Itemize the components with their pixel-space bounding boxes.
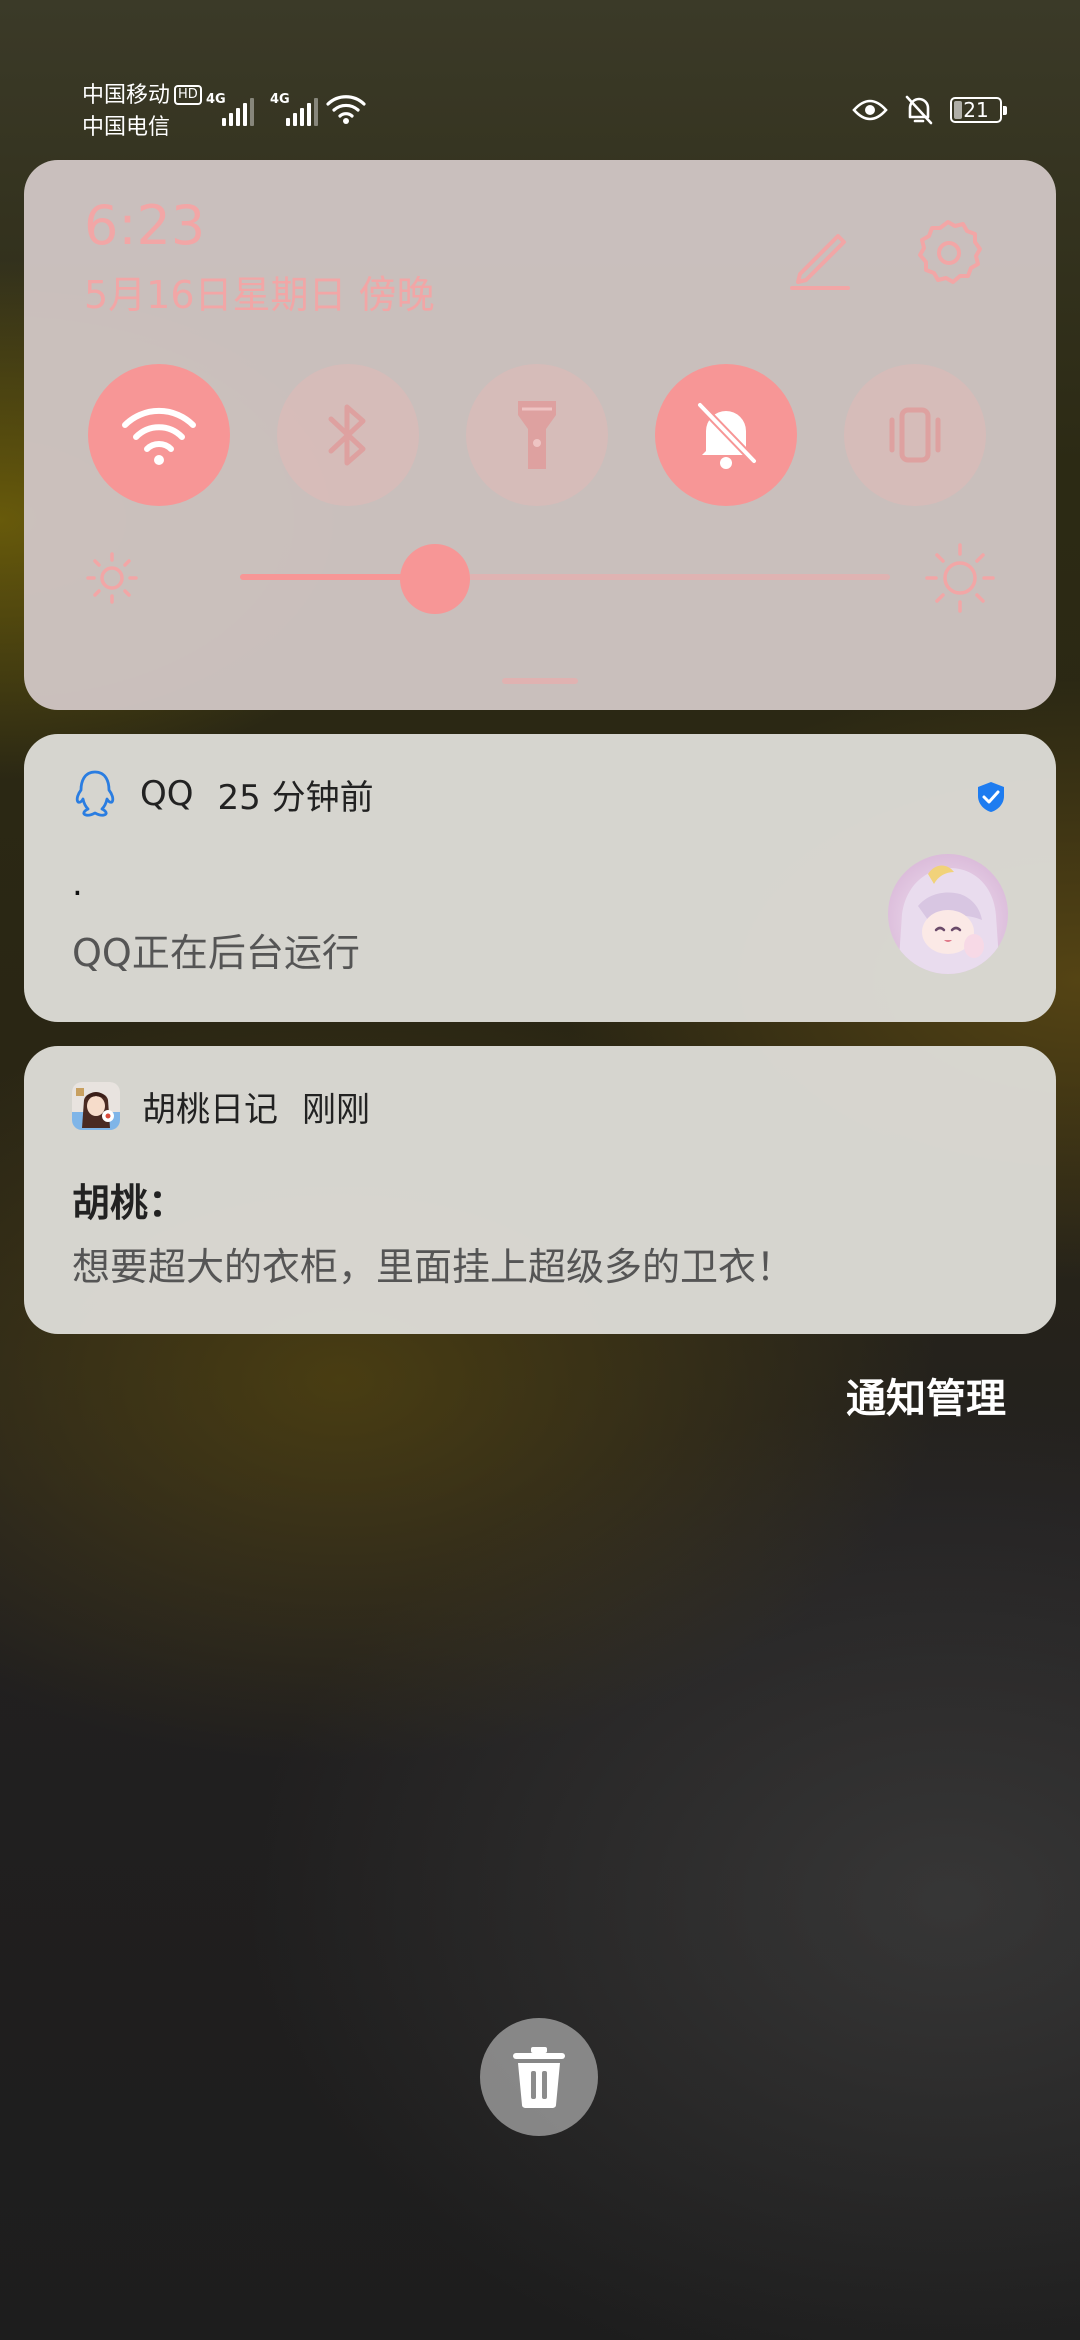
notifications-muted-icon [905, 95, 933, 125]
notification-app-name: 胡桃日记 [142, 1089, 278, 1130]
notification-time: 25 分钟前 [217, 777, 374, 818]
tile-bluetooth[interactable] [277, 364, 419, 506]
brightness-thumb[interactable] [400, 544, 470, 614]
wifi-icon [326, 95, 366, 124]
brightness-high-icon [925, 543, 995, 613]
notification-body: QQ正在后台运行 [72, 931, 360, 975]
vibrate-icon [889, 407, 941, 463]
brightness-track[interactable] [240, 544, 890, 614]
quick-settings-panel: 6:23 5月16日星期日 傍晚 [24, 160, 1056, 710]
notification-body: 想要超大的衣柜，里面挂上超级多的卫衣！ [72, 1245, 795, 1289]
status-bar: 中国移动 HD 中国电信 4G 4G 21 [0, 0, 1080, 150]
battery-indicator: 21 [950, 97, 1007, 123]
tile-vibrate[interactable] [844, 364, 986, 506]
verified-shield-icon [978, 782, 1004, 812]
carrier-1-name: 中国移动 [82, 83, 171, 108]
tile-flashlight[interactable] [466, 364, 608, 506]
brightness-low-icon [86, 552, 138, 604]
panel-drag-handle[interactable] [502, 678, 578, 684]
clock-time: 6:23 [84, 194, 206, 257]
edit-pencil-icon[interactable] [786, 222, 856, 292]
tile-wifi[interactable] [88, 364, 230, 506]
notification-sender: 胡桃： [72, 1181, 187, 1225]
clock-date: 5月16日星期日 傍晚 [84, 273, 435, 317]
signal-indicators: 4G 4G [206, 92, 320, 126]
notification-title: . [72, 864, 83, 904]
avatar [888, 854, 1008, 974]
sim-1-signal-icon: 4G [206, 92, 256, 126]
bell-off-icon [696, 401, 758, 469]
notification-time: 刚刚 [302, 1089, 370, 1130]
trash-icon [513, 2047, 565, 2108]
qq-penguin-icon [75, 770, 115, 817]
clear-all-button[interactable] [480, 2018, 598, 2136]
battery-level: 21 [963, 98, 989, 122]
eye-comfort-icon [852, 99, 888, 121]
notification-qq[interactable]: QQ 25 分钟前 . QQ正在后台运行 [24, 734, 1056, 1022]
manage-notifications-button[interactable]: 通知管理 [846, 1366, 1006, 1424]
settings-gear-icon[interactable] [912, 216, 984, 288]
flashlight-icon [518, 401, 556, 469]
notification-app-name: QQ [140, 774, 194, 814]
hutao-app-icon [72, 1082, 120, 1130]
brightness-slider[interactable] [84, 543, 996, 614]
notification-hutao-diary[interactable]: 胡桃日记 刚刚 胡桃： 想要超大的衣柜，里面挂上超级多的卫衣！ [24, 1046, 1056, 1334]
bluetooth-icon [328, 404, 366, 466]
sim-2-signal-icon: 4G [270, 92, 320, 126]
tile-silent[interactable] [655, 364, 797, 506]
wifi-icon [122, 407, 196, 465]
carrier-2-name: 中国电信 [82, 115, 171, 140]
hd-badge: HD [174, 85, 202, 105]
carrier-info: 中国移动 HD 中国电信 [82, 80, 202, 144]
